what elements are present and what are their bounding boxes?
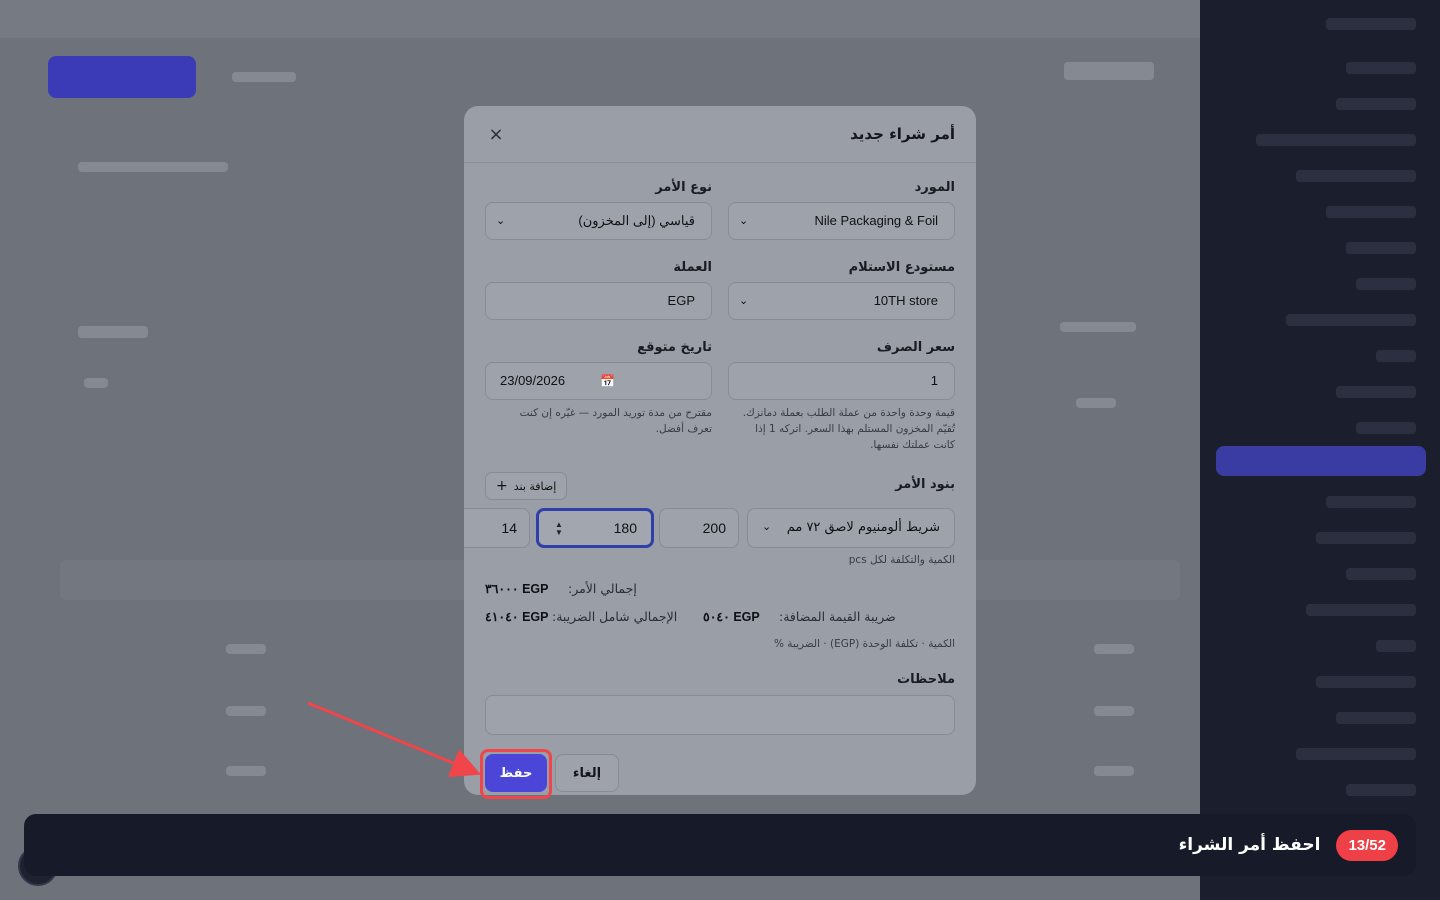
background-cell <box>1094 706 1134 716</box>
expected-date-label: تاريخ متوقع <box>637 340 712 355</box>
columns-hint: الكمية · تكلفة الوحدة (EGP) · الضريبة % <box>773 638 955 650</box>
supplier-select[interactable]: Nile Packaging & Foil ⌄ <box>728 202 955 240</box>
save-button-highlight <box>480 749 552 799</box>
cancel-button[interactable]: إلغاء <box>555 754 619 792</box>
grand-total-label: الإجمالي شامل الضريبة: <box>552 609 678 624</box>
currency-value: EGP <box>667 293 695 308</box>
background-cell <box>1094 766 1134 776</box>
warehouse-label: مستودع الاستلام <box>848 260 955 275</box>
line-tax-value: 14 <box>501 520 517 536</box>
line-unit-cost-value: 180 <box>613 520 637 536</box>
expected-date-hint: مقترح من مدة توريد المورد — غيّره إن كنت… <box>519 407 712 435</box>
background-text <box>1076 398 1116 408</box>
exchange-rate-value: 1 <box>930 373 938 388</box>
add-line-button[interactable]: إضافة بند + <box>485 472 568 500</box>
background-primary-button <box>48 56 196 98</box>
background-text <box>1060 322 1136 332</box>
background-text <box>78 326 148 338</box>
stepper-icon[interactable]: ▲ ▼ <box>555 521 563 537</box>
vat-label: ضريبة القيمة المضافة: <box>779 609 896 624</box>
exchange-rate-hint: قيمة وحدة واحدة من عملة الطلب بعملة دمان… <box>742 407 955 451</box>
background-cell <box>1094 644 1134 654</box>
grand-total-value: EGP ٤١٠٤٠ <box>485 610 549 624</box>
order-total-value: EGP ٣٦٠٠٠ <box>485 582 549 596</box>
close-icon[interactable]: × <box>486 124 506 145</box>
background-sidebar <box>1200 0 1440 900</box>
tour-banner: 13/52 احفظ أمر الشراء <box>24 814 1416 876</box>
background-cell <box>226 766 266 776</box>
currency-label: العملة <box>673 260 712 275</box>
tour-step-badge: 13/52 <box>1336 829 1398 861</box>
supplier-label: المورد <box>914 180 955 195</box>
expected-date-input[interactable]: 23/09/2026 📅 <box>485 362 712 400</box>
order-type-select[interactable]: قياسي (إلى المخزون) ⌄ <box>485 202 712 240</box>
warehouse-select[interactable]: 10TH store ⌄ <box>728 282 955 320</box>
order-total-label: إجمالي الأمر: <box>568 581 637 596</box>
order-type-value: قياسي (إلى المخزون) <box>578 213 695 228</box>
modal-header: أمر شراء جديد × <box>464 106 976 163</box>
tour-instruction: احفظ أمر الشراء <box>1178 835 1321 855</box>
order-total: EGP ٣٦٠٠٠ <box>485 581 548 596</box>
line-tax-input[interactable]: 14 <box>464 508 530 548</box>
background-cell <box>226 706 266 716</box>
new-purchase-order-modal: أمر شراء جديد × المورد Nile Packaging & … <box>464 106 976 795</box>
order-type-label: نوع الأمر <box>655 180 712 195</box>
currency-input[interactable]: EGP <box>485 282 712 320</box>
vat-value: EGP ٥٠٤٠ <box>703 610 760 624</box>
line-quantity-input[interactable]: 200 <box>659 508 739 548</box>
chevron-down-icon: ⌄ <box>739 295 749 307</box>
chevron-down-icon: ⌄ <box>739 215 749 227</box>
background-heading <box>1064 62 1154 80</box>
modal-title: أمر شراء جديد <box>850 125 955 143</box>
background-text <box>84 378 108 388</box>
add-line-label: إضافة بند <box>513 479 557 493</box>
background-text <box>78 162 228 172</box>
chevron-down-icon: ⌄ <box>762 521 772 533</box>
notes-textarea[interactable] <box>485 695 955 735</box>
calendar-icon[interactable]: 📅 <box>600 374 615 388</box>
line-unit-cost-input[interactable]: 180 ▲ ▼ <box>536 508 654 548</box>
background-topbar <box>0 0 1200 38</box>
background-cell <box>226 644 266 654</box>
exchange-rate-label: سعر الصرف <box>876 340 955 355</box>
warehouse-value: 10TH store <box>873 293 938 308</box>
order-lines-label: بنود الأمر <box>895 477 955 492</box>
background-text <box>232 72 296 82</box>
expected-date-value: 23/09/2026 <box>500 373 566 388</box>
exchange-rate-input[interactable]: 1 <box>728 362 955 400</box>
line-quantity-value: 200 <box>702 520 726 536</box>
line-hint: الكمية والتكلفة لكل pcs <box>848 554 955 566</box>
chevron-down-icon: ⌄ <box>496 215 506 227</box>
line-item-select[interactable]: شريط ألومنيوم لاصق ٧٢ مم ⌄ <box>747 508 955 548</box>
plus-icon: + <box>496 478 508 494</box>
supplier-value: Nile Packaging & Foil <box>814 213 938 228</box>
notes-label: ملاحظات <box>897 672 955 687</box>
line-item-value: شريط ألومنيوم لاصق ٧٢ مم <box>786 520 940 535</box>
